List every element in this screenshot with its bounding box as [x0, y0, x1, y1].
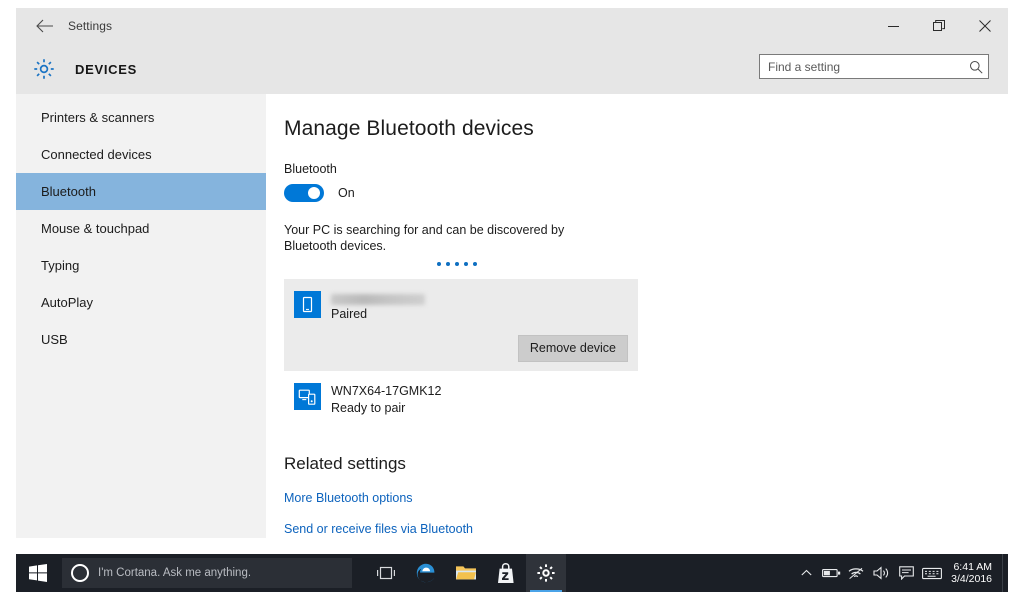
bluetooth-label: Bluetooth [284, 162, 337, 176]
device-list-item[interactable]: WN7X64-17GMK12 Ready to pair [284, 371, 638, 426]
cortana-circle-icon [71, 564, 89, 582]
device-header: WN7X64-17GMK12 Ready to pair [294, 383, 628, 416]
bluetooth-status-text: Your PC is searching for and can be disc… [284, 223, 565, 253]
window-body: Printers & scanners Connected devices Bl… [16, 94, 1008, 538]
connected-devices-icon [294, 383, 321, 410]
device-status: Paired [331, 307, 368, 321]
sidebar-item-typing[interactable]: Typing [16, 247, 266, 284]
search-box[interactable] [759, 54, 989, 79]
sidebar-item-label: AutoPlay [41, 295, 94, 310]
device-status: Ready to pair [331, 401, 406, 415]
settings-header: DEVICES [16, 44, 1008, 94]
window-titlebar: Settings [16, 8, 1008, 44]
progress-dot [472, 262, 477, 266]
bluetooth-toggle[interactable] [284, 184, 324, 202]
back-arrow-icon[interactable] [24, 10, 64, 42]
link-more-bluetooth-options[interactable]: More Bluetooth options [284, 491, 1008, 505]
task-view-icon[interactable] [366, 554, 406, 592]
settings-content: Manage Bluetooth devices Bluetooth On Yo… [266, 94, 1008, 538]
device-text: Paired [331, 291, 425, 322]
edge-browser-icon[interactable] [406, 554, 446, 592]
taskbar-clock[interactable]: 6:41 AM 3/4/2016 [944, 561, 1002, 585]
sidebar-item-label: Bluetooth [41, 184, 96, 199]
window-title: Settings [68, 19, 113, 33]
searching-progress-indicator [284, 262, 629, 266]
sidebar-item-usb[interactable]: USB [16, 321, 266, 358]
bluetooth-toggle-row: On [284, 184, 1008, 202]
window-controls [870, 8, 1008, 44]
desktop-background: Settings DEVICES Find a setting Printers… [0, 0, 1024, 592]
cortana-placeholder: I'm Cortana. Ask me anything. [98, 567, 252, 579]
related-settings-heading: Related settings [284, 454, 406, 473]
device-list-item[interactable]: Paired Remove device [284, 279, 638, 371]
show-desktop-button[interactable] [1002, 554, 1008, 592]
windows-start-icon[interactable] [16, 554, 60, 592]
content-heading: Manage Bluetooth devices [284, 117, 534, 140]
sidebar-item-bluetooth[interactable]: Bluetooth [16, 173, 266, 210]
battery-icon[interactable] [819, 554, 844, 592]
close-icon[interactable] [962, 8, 1008, 44]
link-send-receive-files[interactable]: Send or receive files via Bluetooth [284, 522, 1008, 536]
cortana-search-box[interactable]: I'm Cortana. Ask me anything. [62, 558, 352, 588]
toggle-state-label: On [338, 186, 355, 200]
device-name: WN7X64-17GMK12 [331, 384, 442, 398]
page-title: DEVICES [75, 61, 137, 77]
volume-icon[interactable] [869, 554, 894, 592]
device-text: WN7X64-17GMK12 Ready to pair [331, 383, 441, 416]
action-center-icon[interactable] [894, 554, 919, 592]
sidebar-item-label: Connected devices [41, 147, 152, 162]
settings-icon[interactable] [526, 554, 566, 592]
search-icon[interactable] [964, 60, 988, 74]
progress-dot [436, 262, 441, 266]
clock-time: 6:41 AM [953, 561, 992, 573]
settings-window: Settings DEVICES Find a setting Printers… [16, 8, 1008, 538]
progress-dot [454, 262, 459, 266]
sidebar-item-label: Mouse & touchpad [41, 221, 150, 236]
sidebar-item-label: Printers & scanners [41, 110, 155, 125]
system-tray: 6:41 AM 3/4/2016 [794, 554, 1008, 592]
sidebar-item-autoplay[interactable]: AutoPlay [16, 284, 266, 321]
restore-icon[interactable] [916, 8, 962, 44]
sidebar-item-mouse-touchpad[interactable]: Mouse & touchpad [16, 210, 266, 247]
show-hidden-icons-chevron[interactable] [794, 554, 819, 592]
phone-icon [294, 291, 321, 318]
sidebar-item-label: Typing [41, 258, 80, 273]
device-name [331, 294, 425, 305]
windows-taskbar: I'm Cortana. Ask me anything. 6:41 AM 3/… [16, 554, 1008, 592]
remove-device-button[interactable]: Remove device [517, 335, 628, 362]
gear-icon [29, 54, 59, 84]
bluetooth-device-list: Paired Remove device WN7X64-17GMK12 Read… [284, 279, 1008, 426]
touch-keyboard-icon[interactable] [919, 554, 944, 592]
taskbar-app-icons [366, 554, 566, 592]
device-header: Paired [294, 291, 628, 322]
sidebar-item-label: USB [41, 332, 68, 347]
file-explorer-icon[interactable] [446, 554, 486, 592]
clock-date: 3/4/2016 [951, 573, 992, 585]
minimize-icon[interactable] [870, 8, 916, 44]
toggle-knob [308, 187, 320, 199]
sidebar-item-printers-scanners[interactable]: Printers & scanners [16, 99, 266, 136]
progress-dot [445, 262, 450, 266]
sidebar-item-connected-devices[interactable]: Connected devices [16, 136, 266, 173]
progress-dot [463, 262, 468, 266]
microsoft-store-icon[interactable] [486, 554, 526, 592]
search-input[interactable] [760, 55, 964, 78]
wifi-icon[interactable] [844, 554, 869, 592]
settings-sidebar: Printers & scanners Connected devices Bl… [16, 94, 266, 538]
